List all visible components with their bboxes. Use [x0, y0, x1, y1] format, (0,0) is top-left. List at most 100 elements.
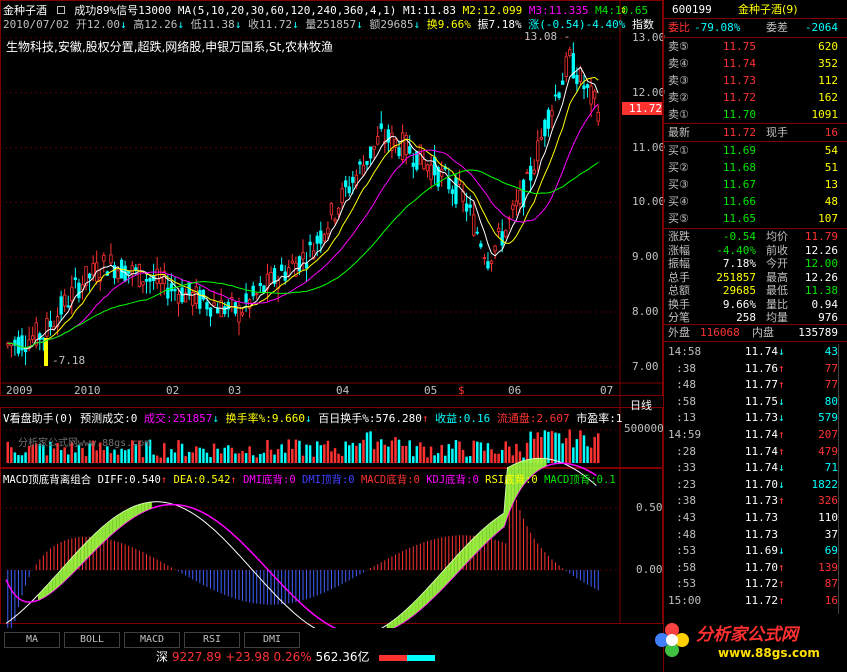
tick-row[interactable]: 14:58 11.74 ↓ 43: [664, 343, 847, 360]
volume-bar: [426, 457, 429, 463]
stat-label: 涨幅: [668, 243, 690, 257]
candle-body: [550, 110, 554, 117]
price-tick: 7.00: [632, 359, 659, 373]
candle-body: [582, 85, 586, 89]
kline-chart-svg[interactable]: [0, 0, 663, 628]
tick-row[interactable]: :28 11.74 ↑ 479: [664, 443, 847, 460]
tab-ma[interactable]: MA: [4, 632, 60, 648]
volume-bar: [74, 452, 77, 463]
tick-row[interactable]: :43 11.73 110: [664, 509, 847, 526]
price-tick: 9.00: [632, 250, 659, 264]
period-label[interactable]: 日线: [630, 397, 652, 413]
tick-row[interactable]: 15:00 11.72 ↑ 16: [664, 592, 847, 609]
volume-bar: [180, 443, 184, 463]
candle-body: [240, 312, 245, 316]
book-row[interactable]: 买② 11.68 51: [664, 159, 847, 176]
index-label[interactable]: 指数: [632, 18, 654, 31]
candle-body: [258, 282, 262, 287]
candle-body: [87, 273, 92, 279]
book-row[interactable]: 卖④ 11.74 352: [664, 55, 847, 72]
current-price-tag: 11.72: [622, 102, 662, 115]
book-row[interactable]: 卖① 11.70 1091: [664, 106, 847, 123]
tick-time: :58: [676, 560, 696, 574]
down-arrow-icon: ↓: [778, 477, 785, 491]
candle-body: [280, 264, 284, 271]
tab-rsi[interactable]: RSI: [184, 632, 240, 648]
tick-row[interactable]: :33 11.74 ↓ 71: [664, 459, 847, 476]
book-row[interactable]: 买① 11.69 54: [664, 142, 847, 159]
macd-title[interactable]: MACD顶底背离组合: [3, 474, 91, 486]
tick-row[interactable]: :48 11.73 37: [664, 526, 847, 543]
diff-label: 委差: [766, 21, 788, 34]
tick-row[interactable]: :58 11.70 ↑ 139: [664, 559, 847, 576]
stat-label-2: 量比: [766, 297, 788, 311]
book-row[interactable]: 买④ 11.66 48: [664, 193, 847, 210]
last-row: 最新 11.72 现手 16: [664, 124, 847, 141]
volume-bar: [305, 444, 308, 463]
book-volume: 54: [824, 144, 838, 157]
volume-bar: [461, 449, 465, 463]
volume-bar: [273, 454, 276, 463]
price-tick: 11.00: [632, 140, 666, 154]
tick-volume: 326: [818, 494, 838, 508]
volume-bar: [120, 448, 123, 463]
moving-average-lines: [7, 66, 599, 350]
candle-body: [144, 279, 149, 282]
book-row[interactable]: 卖⑤ 11.75 620: [664, 38, 847, 55]
volume-bar: [251, 455, 255, 463]
book-row[interactable]: 买③ 11.67 13: [664, 176, 847, 193]
volume-bar: [113, 449, 116, 463]
tick-scrollbar[interactable]: [838, 344, 847, 614]
tick-row[interactable]: :23 11.70 ↓ 1822: [664, 476, 847, 493]
candle-body: [468, 204, 472, 208]
vol-title[interactable]: V看盘助手(0): [3, 412, 74, 425]
book-price: 11.72: [722, 91, 756, 104]
event-marker-icon[interactable]: $: [458, 384, 465, 397]
vol-float: 流通盘:2.607: [496, 412, 570, 425]
candle-body: [173, 288, 177, 292]
volume-bar: [582, 435, 586, 463]
tick-row[interactable]: :53 11.69 ↓ 69: [664, 542, 847, 559]
volume-bar: [170, 449, 173, 463]
volume-bar: [376, 441, 379, 463]
volume-bar: [152, 454, 155, 463]
scroll-arrows-icon[interactable]: ⇕: [620, 3, 632, 16]
candle-body: [344, 180, 348, 188]
volume-bar: [59, 450, 63, 463]
candle-body: [518, 189, 522, 204]
tick-row[interactable]: :48 11.77 ↑ 77: [664, 376, 847, 393]
volume-bar: [412, 456, 415, 463]
book-volume: 112: [818, 74, 838, 87]
candle-body: [575, 74, 579, 85]
tick-row[interactable]: :53 11.72 ↑ 87: [664, 575, 847, 592]
tick-row[interactable]: 14:59 11.74 ↑ 207: [664, 426, 847, 443]
tick-row[interactable]: :38 11.76 ↑ 77: [664, 360, 847, 377]
book-row[interactable]: 买⑤ 11.65 107: [664, 210, 847, 227]
date-tick: 02: [166, 384, 180, 397]
candle-body: [593, 90, 597, 99]
volume-bar: [266, 439, 269, 463]
candle-body: [482, 257, 487, 260]
volume-bar: [269, 449, 273, 463]
dropdown-icon[interactable]: [56, 6, 65, 14]
tick-row[interactable]: :58 11.75 ↓ 80: [664, 393, 847, 410]
tick-row[interactable]: :38 11.73 ↑ 326: [664, 492, 847, 509]
volume-bar: [312, 456, 315, 463]
volume-bar: [358, 443, 362, 463]
tick-volume: 139: [818, 560, 838, 574]
tab-boll[interactable]: BOLL: [64, 632, 120, 648]
volume-bar: [589, 447, 593, 463]
chart-area[interactable]: 金种子酒 成功89%信号13000 MA(5,10,20,30,60,120,2…: [0, 0, 666, 628]
tick-price: 11.74: [744, 444, 778, 458]
tick-time: 14:59: [668, 428, 702, 441]
tick-row[interactable]: :13 11.73 ↓ 579: [664, 409, 847, 426]
tab-macd[interactable]: MACD: [124, 632, 180, 648]
tick-volume: 77: [824, 378, 838, 392]
candle-body: [408, 146, 412, 154]
book-row[interactable]: 卖② 11.72 162: [664, 89, 847, 106]
book-row[interactable]: 卖③ 11.73 112: [664, 72, 847, 89]
tab-dmi[interactable]: DMI: [244, 632, 300, 648]
volume-bar: [280, 444, 283, 463]
stat-value-2: 12.00: [804, 257, 838, 270]
volume-bar: [287, 439, 291, 463]
